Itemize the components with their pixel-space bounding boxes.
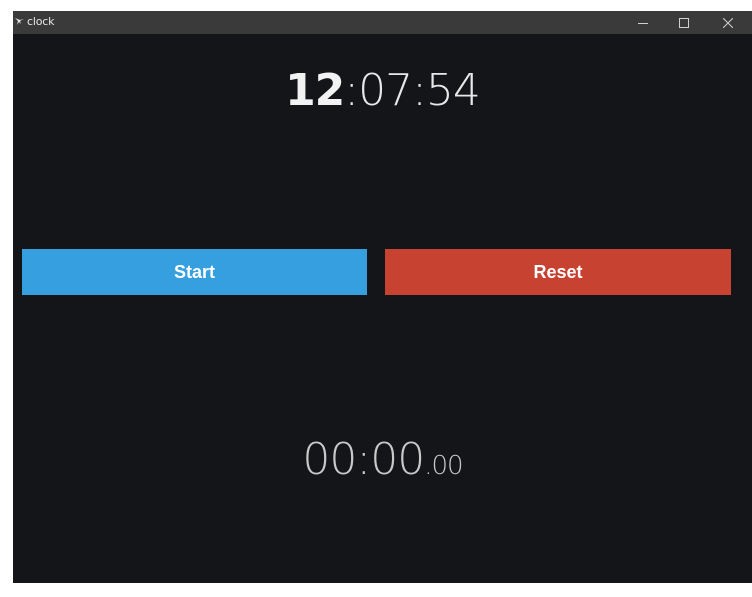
start-button[interactable]: Start	[22, 249, 367, 295]
stopwatch-hundredths: .00	[424, 451, 463, 481]
stopwatch-minutes-seconds: 00:00	[302, 434, 425, 485]
maximize-icon	[679, 17, 689, 28]
minimize-icon	[638, 18, 648, 28]
start-button-label: Start	[173, 261, 215, 282]
reset-button-label: Reset	[533, 261, 583, 282]
app-window: clock 12:07:54 Start Reset 00:00.00	[13, 11, 752, 583]
bird-icon	[15, 16, 24, 25]
title-bar[interactable]: clock	[13, 11, 752, 34]
clock-minutes-seconds: :07:54	[344, 65, 481, 116]
clock-hours: 12	[285, 65, 345, 116]
close-button[interactable]	[708, 11, 748, 34]
maximize-button[interactable]	[664, 11, 704, 34]
minimize-button[interactable]	[623, 11, 663, 34]
stopwatch-display: 00:00.00	[13, 432, 752, 497]
reset-button[interactable]: Reset	[385, 249, 731, 295]
close-icon	[723, 17, 733, 28]
current-time-display: 12:07:54	[13, 65, 752, 117]
window-title: clock	[27, 15, 55, 28]
